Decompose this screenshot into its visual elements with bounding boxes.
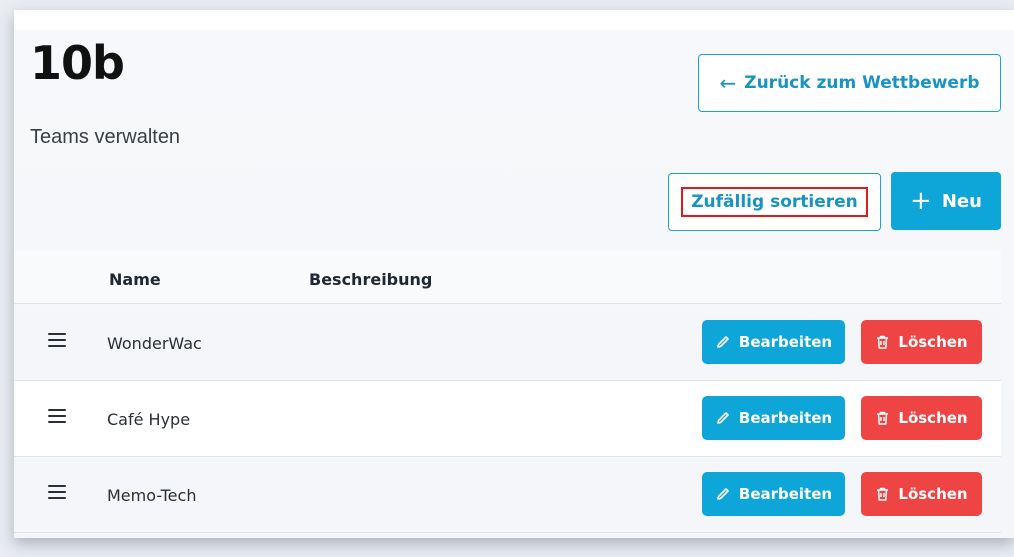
team-name: WonderWac	[107, 334, 202, 353]
app-window: 10b Teams verwalten ← Zurück zum Wettbew…	[14, 10, 1014, 538]
pencil-icon	[715, 334, 731, 350]
edit-button[interactable]: Bearbeiten	[702, 472, 845, 516]
column-header-name: Name	[109, 270, 161, 289]
edit-button-label: Bearbeiten	[738, 333, 833, 351]
edit-button[interactable]: Bearbeiten	[702, 320, 845, 364]
delete-button-label: Löschen	[898, 409, 968, 427]
shuffle-button-label: Zufällig sortieren	[681, 187, 868, 217]
back-to-competition-button[interactable]: ← Zurück zum Wettbewerb	[698, 54, 1001, 112]
column-header-description: Beschreibung	[309, 270, 433, 289]
delete-button[interactable]: Löschen	[861, 320, 982, 364]
delete-button-label: Löschen	[898, 485, 968, 503]
table-row: Memo-Tech Bearbeiten Löschen	[14, 457, 1001, 533]
delete-button[interactable]: Löschen	[861, 472, 982, 516]
drag-handle-icon[interactable]	[48, 333, 66, 347]
edit-button-label: Bearbeiten	[738, 485, 833, 503]
delete-button-label: Löschen	[898, 333, 968, 351]
pencil-icon	[715, 410, 731, 426]
page-subtitle: Teams verwalten	[30, 126, 181, 148]
new-team-button[interactable]: + Neu	[891, 172, 1001, 230]
edit-button-label: Bearbeiten	[738, 409, 833, 427]
pencil-icon	[715, 486, 731, 502]
table-header: Name Beschreibung	[14, 250, 1001, 304]
table-row: Café Hype Bearbeiten Löschen	[14, 381, 1001, 457]
new-button-label: Neu	[941, 190, 982, 212]
drag-handle-icon[interactable]	[48, 485, 66, 499]
page-title: 10b	[30, 36, 125, 90]
delete-button[interactable]: Löschen	[861, 396, 982, 440]
plus-icon: +	[910, 186, 932, 216]
drag-handle-icon[interactable]	[48, 409, 66, 423]
trash-icon	[875, 486, 890, 502]
trash-icon	[875, 334, 890, 350]
team-name: Café Hype	[107, 410, 191, 429]
table-row: WonderWac Bearbeiten Löschen	[14, 305, 1001, 381]
back-button-label: Zurück zum Wettbewerb	[744, 73, 980, 93]
edit-button[interactable]: Bearbeiten	[702, 396, 845, 440]
shuffle-button[interactable]: Zufällig sortieren	[668, 173, 881, 231]
arrow-left-icon: ←	[719, 71, 737, 95]
trash-icon	[875, 410, 890, 426]
top-band	[14, 10, 1014, 30]
team-name: Memo-Tech	[107, 486, 197, 505]
